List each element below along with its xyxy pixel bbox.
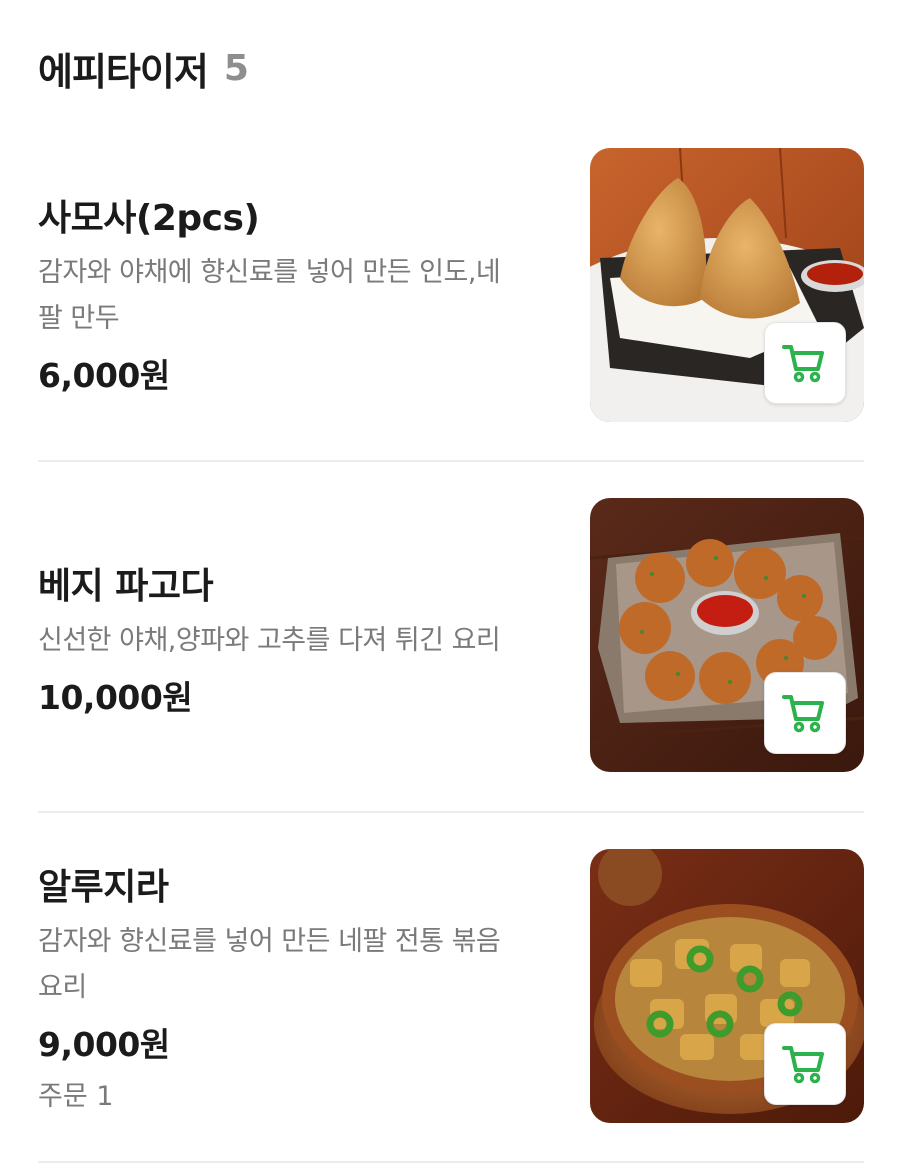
item-divider xyxy=(38,1161,864,1163)
cart-icon xyxy=(782,345,824,383)
item-text: 베지 파고다 신선한 야채,양파와 고추를 다져 튀긴 요리 10,000원 xyxy=(38,562,558,722)
section-header: 에피타이저 5 xyxy=(38,40,249,96)
item-price: 9,000원 xyxy=(38,1025,170,1064)
item-description-line: 요리 xyxy=(38,972,87,1003)
item-description: 신선한 야채,양파와 고추를 다져 튀긴 요리 xyxy=(38,618,558,664)
menu-item[interactable]: 알루지라 감자와 향신료를 넣어 만든 네팔 전통 볶음 요리 9,000원 주… xyxy=(38,849,864,1165)
cart-icon xyxy=(782,695,824,733)
item-name: 사모사(2pcs) xyxy=(38,198,260,239)
item-price: 6,000원 xyxy=(38,356,170,395)
item-divider xyxy=(38,811,864,813)
add-to-cart-button[interactable] xyxy=(764,1023,846,1105)
section-title: 에피타이저 xyxy=(38,49,209,94)
menu-item[interactable]: 사모사(2pcs) 감자와 야채에 향신료를 넣어 만든 인도,네 팔 만두 6… xyxy=(38,148,864,464)
item-description-line: 감자와 야채에 향신료를 넣어 만든 인도,네 xyxy=(38,257,501,288)
samosa-photo[interactable] xyxy=(590,148,864,422)
item-divider xyxy=(38,460,864,462)
cart-icon xyxy=(782,1046,824,1084)
add-to-cart-button[interactable] xyxy=(764,672,846,754)
item-description: 감자와 야채에 향신료를 넣어 만든 인도,네 팔 만두 xyxy=(38,250,558,342)
item-description-line: 팔 만두 xyxy=(38,303,120,334)
item-text: 사모사(2pcs) 감자와 야채에 향신료를 넣어 만든 인도,네 팔 만두 6… xyxy=(38,194,558,400)
item-description: 감자와 향신료를 넣어 만든 네팔 전통 볶음 요리 xyxy=(38,919,558,1011)
menu-item[interactable]: 베지 파고다 신선한 야채,양파와 고추를 다져 튀긴 요리 10,000원 xyxy=(38,498,864,814)
item-name: 베지 파고다 xyxy=(38,566,214,607)
item-price: 10,000원 xyxy=(38,678,193,717)
item-description-line: 신선한 야채,양파와 고추를 다져 튀긴 요리 xyxy=(38,625,501,656)
order-count: 주문 1 xyxy=(38,1081,114,1112)
aloo-jeera-photo[interactable] xyxy=(590,849,864,1123)
section-count: 5 xyxy=(223,47,249,89)
item-text: 알루지라 감자와 향신료를 넣어 만든 네팔 전통 볶음 요리 9,000원 주… xyxy=(38,863,558,1117)
item-name: 알루지라 xyxy=(38,867,169,908)
veg-pakoda-photo[interactable] xyxy=(590,498,864,772)
add-to-cart-button[interactable] xyxy=(764,322,846,404)
item-description-line: 감자와 향신료를 넣어 만든 네팔 전통 볶음 xyxy=(38,926,501,957)
